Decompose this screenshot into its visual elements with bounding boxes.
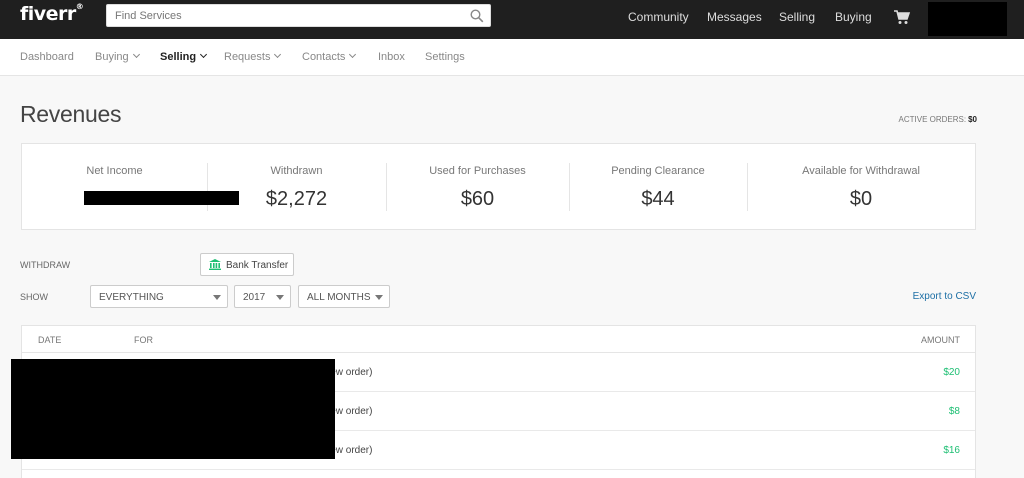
stat-label: Pending Clearance (611, 165, 705, 177)
chevron-down-icon (132, 50, 140, 59)
year-filter-select[interactable]: 2017 (234, 285, 291, 308)
secondary-nav: Dashboard Buying Selling Requests Contac… (0, 39, 1024, 76)
table-header: DATE FOR AMOUNT (22, 326, 975, 353)
nav-selling-link[interactable]: Selling (779, 10, 815, 24)
subnav-dashboard[interactable]: Dashboard (20, 51, 74, 63)
stat-label: Used for Purchases (429, 165, 526, 177)
nav-community-link[interactable]: Community (628, 10, 689, 24)
month-filter-select[interactable]: ALL MONTHS (298, 285, 390, 308)
stat-value: $0 (849, 188, 873, 210)
subnav-buying[interactable]: Buying (95, 50, 140, 63)
amount-value: $8 (948, 406, 960, 417)
amount-value: $20 (943, 367, 960, 378)
export-csv-link[interactable]: Export to CSV (913, 291, 976, 302)
stat-label: Withdrawn (270, 165, 323, 177)
select-value: EVERYTHING (99, 292, 164, 303)
withdraw-label: WITHDRAW (20, 260, 71, 270)
chevron-down-icon (274, 50, 282, 59)
select-value: ALL MONTHS (307, 292, 371, 303)
caret-down-icon (276, 295, 284, 300)
page-title: Revenues (20, 101, 122, 127)
bank-transfer-button[interactable]: Bank Transfer (200, 253, 294, 276)
top-header: fiverr® Community Messages Selling Buyin… (0, 0, 1024, 39)
redacted-net-income (84, 191, 239, 205)
stat-net-income: Net Income (22, 144, 207, 229)
stat-pending-clearance: Pending Clearance $44 (569, 144, 747, 229)
caret-down-icon (213, 295, 221, 300)
chevron-down-icon (349, 50, 357, 59)
active-orders-indicator: ACTIVE ORDERS: $0 (898, 115, 977, 124)
stat-label: Available for Withdrawal (802, 165, 920, 177)
search-bar (106, 4, 491, 27)
subnav-requests[interactable]: Requests (224, 50, 282, 63)
subnav-contacts[interactable]: Contacts (302, 50, 357, 63)
stat-withdrawn: Withdrawn $2,272 (207, 144, 386, 229)
search-input[interactable] (107, 5, 457, 26)
caret-down-icon (375, 295, 383, 300)
stat-value: $60 (460, 188, 495, 210)
show-label: SHOW (20, 292, 48, 302)
search-icon[interactable] (470, 9, 484, 23)
fiverr-logo[interactable]: fiverr® (20, 2, 84, 25)
chevron-down-icon (200, 50, 208, 59)
select-value: 2017 (243, 292, 266, 303)
redacted-table-details (11, 359, 335, 459)
column-header-date: DATE (38, 335, 62, 345)
subnav-settings[interactable]: Settings (425, 51, 465, 63)
amount-value: $16 (943, 445, 960, 456)
cart-icon[interactable] (893, 9, 911, 25)
stat-used-for-purchases: Used for Purchases $60 (386, 144, 569, 229)
bank-icon (209, 259, 221, 270)
stat-label: Net Income (86, 165, 143, 177)
nav-buying-link[interactable]: Buying (835, 10, 872, 24)
subnav-selling[interactable]: Selling (160, 50, 208, 63)
bank-transfer-label: Bank Transfer (226, 260, 289, 271)
column-header-for: FOR (134, 335, 153, 345)
stat-value: $44 (641, 188, 675, 210)
subnav-inbox[interactable]: Inbox (378, 51, 405, 63)
type-filter-select[interactable]: EVERYTHING (90, 285, 228, 308)
stat-available-for-withdrawal: Available for Withdrawal $0 (747, 144, 975, 229)
nav-messages-link[interactable]: Messages (707, 10, 762, 24)
redacted-user-avatar[interactable] (928, 2, 1007, 36)
column-header-amount: AMOUNT (921, 335, 960, 345)
revenue-stats-card: Net Income Withdrawn $2,272 Used for Pur… (21, 143, 976, 230)
